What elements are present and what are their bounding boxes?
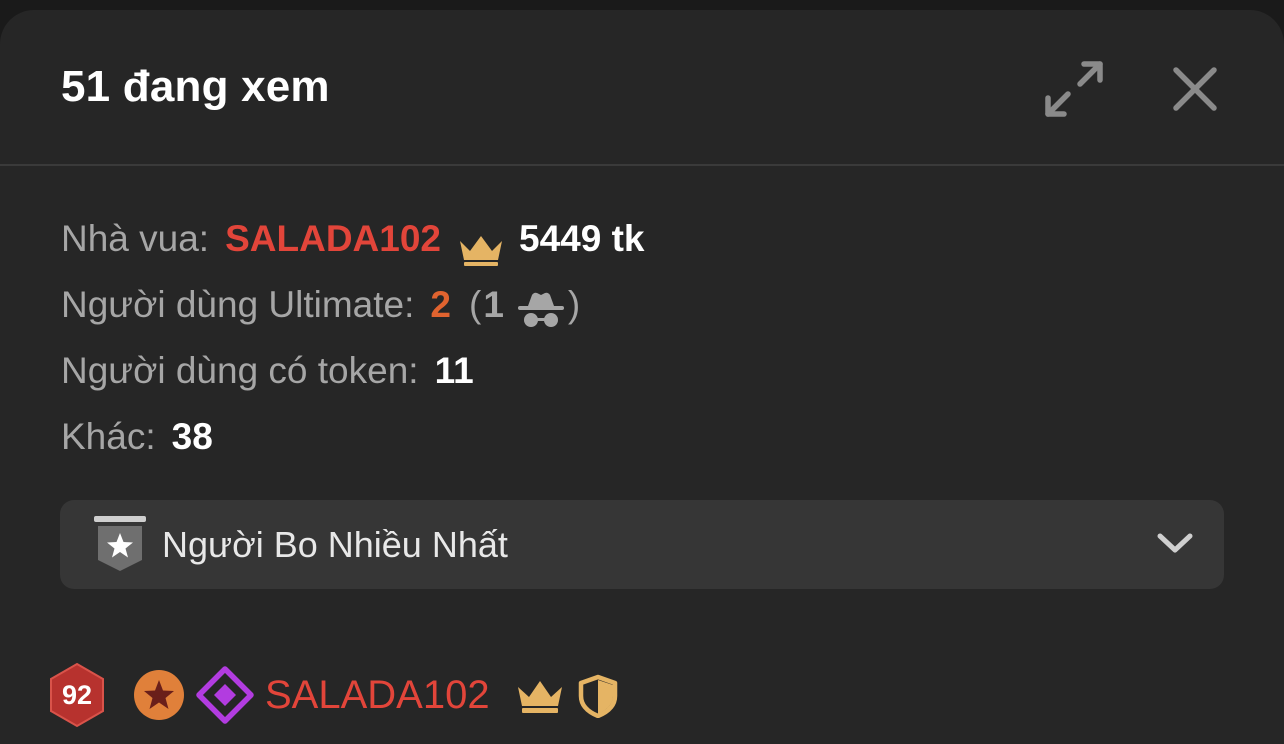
paren-open: ( bbox=[468, 284, 482, 325]
panel-header: 51 đang xem bbox=[0, 10, 1284, 166]
token-users-label: Người dùng có token: bbox=[61, 350, 419, 391]
incognito-icon bbox=[516, 285, 566, 327]
diamond-badge-icon bbox=[196, 666, 254, 724]
anonymous-count: 1 bbox=[483, 284, 504, 325]
king-name[interactable]: SALADA102 bbox=[225, 206, 441, 272]
expand-arrows-icon[interactable] bbox=[1040, 58, 1108, 120]
ultimate-label: Người dùng Ultimate: bbox=[61, 284, 415, 325]
ultimate-row: Người dùng Ultimate: 2 ( 1 ) bbox=[61, 272, 645, 338]
other-count: 38 bbox=[171, 416, 213, 457]
viewer-stats: Nhà vua: SALADA102 5449 tk Người dùng Ul… bbox=[61, 206, 645, 470]
dropdown-label: Người Bo Nhiều Nhất bbox=[162, 524, 508, 565]
user-name[interactable]: SALADA102 bbox=[265, 662, 490, 728]
crown-icon bbox=[515, 678, 565, 714]
paren-close: ) bbox=[567, 284, 581, 325]
panel-title: 51 đang xem bbox=[61, 62, 330, 111]
chevron-down-icon[interactable] bbox=[1156, 530, 1194, 558]
star-shield-badge-icon bbox=[94, 516, 146, 572]
other-label: Khác: bbox=[61, 416, 156, 457]
shield-icon bbox=[577, 674, 619, 719]
ultimate-count: 2 bbox=[430, 284, 451, 325]
token-users-count: 11 bbox=[434, 350, 474, 391]
star-badge-icon bbox=[132, 668, 186, 722]
sort-dropdown[interactable]: Người Bo Nhiều Nhất bbox=[60, 500, 1224, 589]
crown-icon bbox=[457, 222, 505, 266]
token-users-row: Người dùng có token: 11 bbox=[61, 338, 645, 404]
other-row: Khác: 38 bbox=[61, 404, 645, 470]
close-icon[interactable] bbox=[1168, 62, 1222, 116]
user-level: 92 bbox=[61, 680, 93, 710]
king-tokens: 5449 tk bbox=[519, 218, 645, 259]
viewers-panel: 51 đang xem Nhà vua: SALADA102 5449 tk N… bbox=[0, 10, 1284, 744]
list-item[interactable]: 92 SALADA102 bbox=[46, 662, 746, 728]
king-row: Nhà vua: SALADA102 5449 tk bbox=[61, 206, 645, 272]
king-label: Nhà vua: bbox=[61, 218, 210, 259]
level-badge-icon: 92 bbox=[46, 662, 108, 728]
